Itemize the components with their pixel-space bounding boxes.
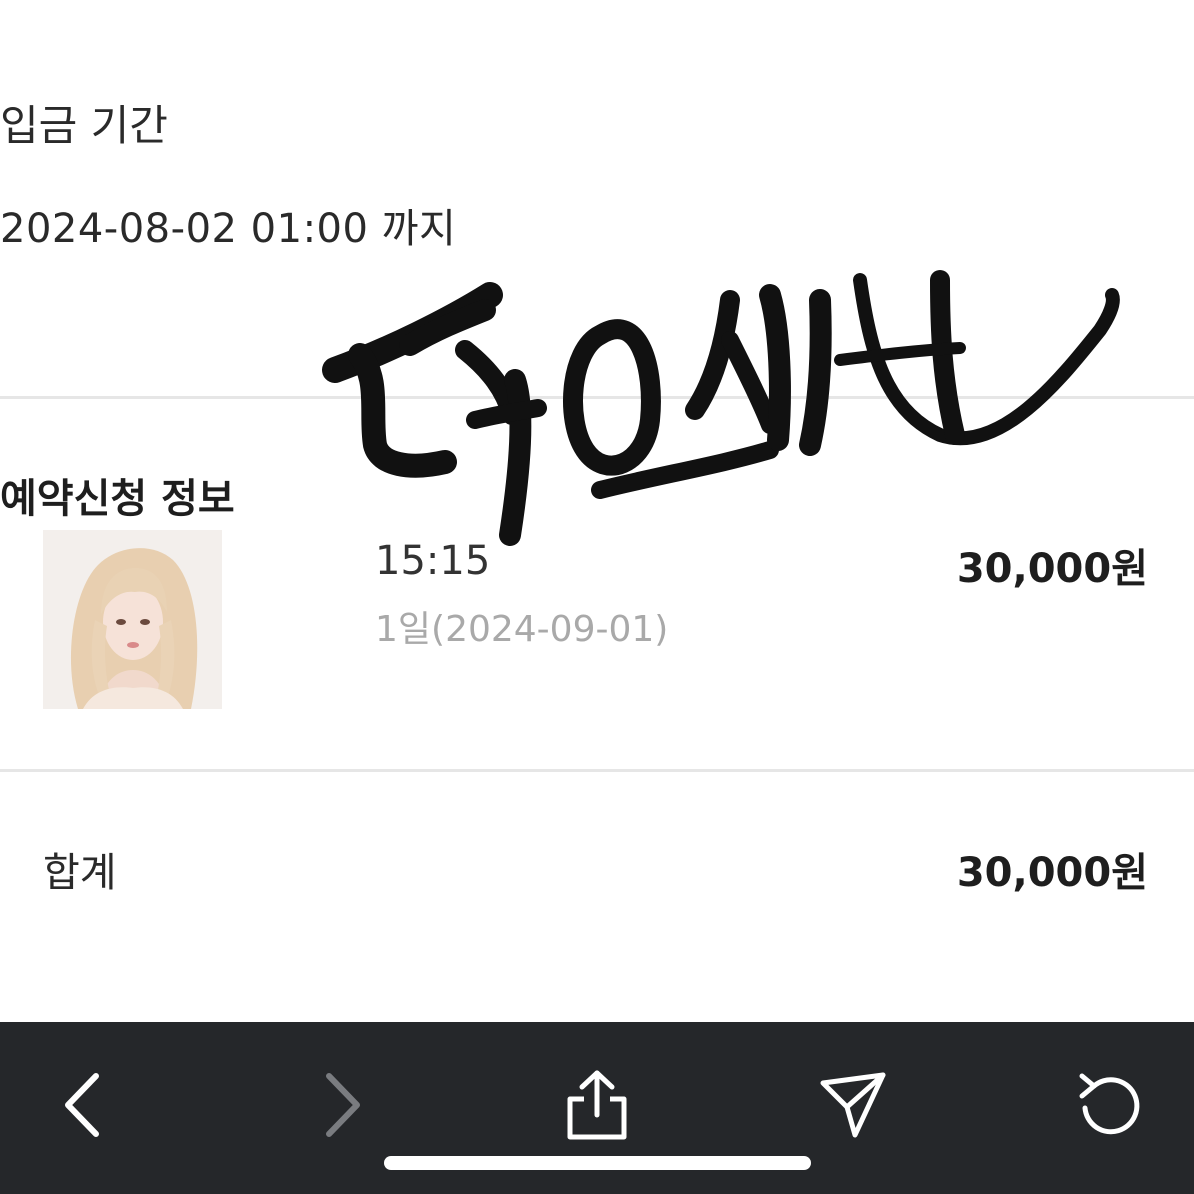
- reload-button[interactable]: [1066, 1060, 1156, 1150]
- home-indicator[interactable]: [384, 1156, 811, 1170]
- reservation-date: 1일(2024-09-01): [375, 609, 669, 650]
- reservation-info-title: 예약신청 정보: [0, 476, 235, 522]
- portrait-image: [43, 530, 222, 709]
- product-thumbnail[interactable]: [43, 530, 222, 709]
- reservation-time: 15:15: [375, 538, 491, 584]
- back-button[interactable]: [38, 1060, 128, 1150]
- chevron-left-icon: [65, 1073, 99, 1137]
- chevron-right-icon: [326, 1073, 360, 1137]
- send-button[interactable]: [808, 1060, 898, 1150]
- item-price: 30,000원: [956, 546, 1148, 592]
- share-icon: [567, 1070, 627, 1140]
- reload-icon: [1079, 1073, 1140, 1135]
- page: 입금 기간 2024-08-02 01:00 까지 예약신청 정보 15:15 …: [0, 0, 1194, 1194]
- browser-toolbar: [0, 1022, 1194, 1194]
- send-icon: [820, 1072, 886, 1138]
- total-amount: 30,000원: [956, 850, 1148, 896]
- section-divider: [0, 769, 1194, 772]
- handwritten-signature: [322, 270, 1120, 546]
- share-button[interactable]: [552, 1060, 642, 1150]
- section-divider: [0, 396, 1194, 399]
- total-label: 합계: [43, 850, 117, 896]
- deposit-period-label: 입금 기간: [0, 101, 168, 150]
- forward-button[interactable]: [297, 1060, 387, 1150]
- deposit-deadline: 2024-08-02 01:00 까지: [0, 206, 457, 252]
